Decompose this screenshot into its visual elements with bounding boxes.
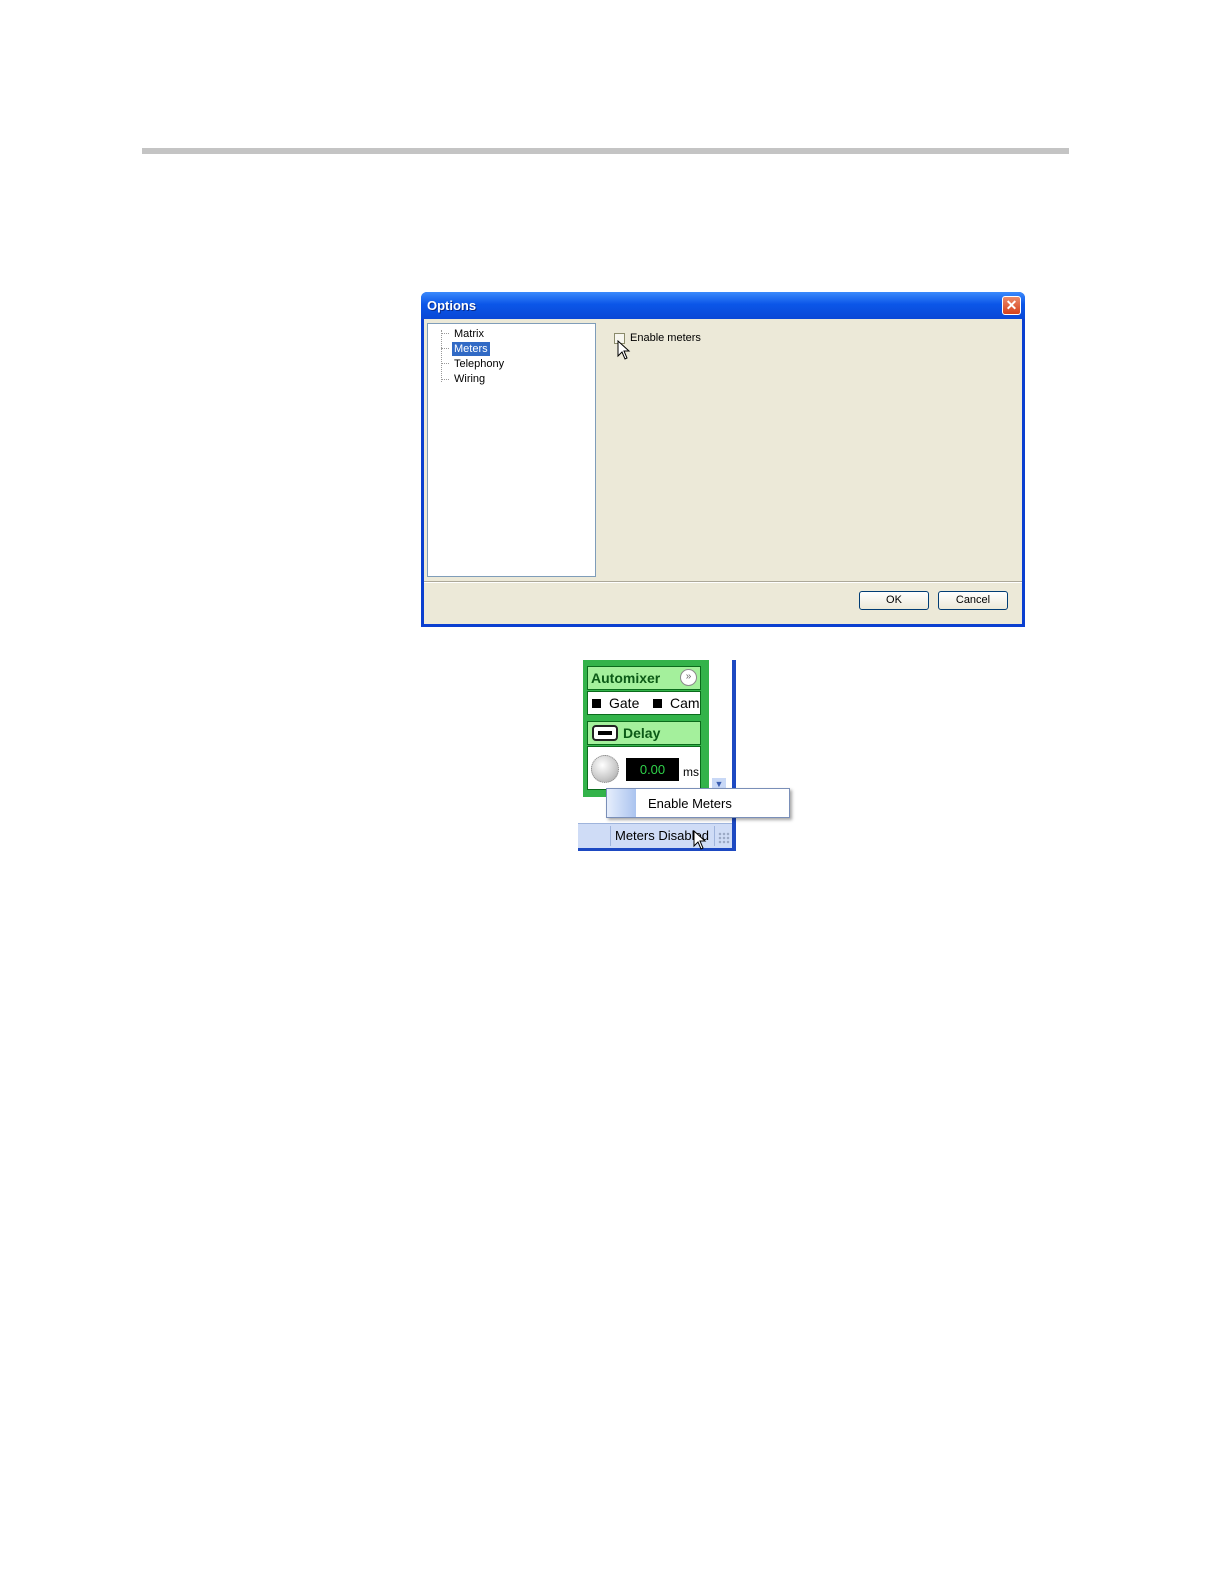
gate-indicator bbox=[592, 699, 601, 708]
enable-meters-menu-item[interactable]: Enable Meters bbox=[648, 796, 732, 811]
options-tree[interactable]: Matrix Meters Telephony Wiring bbox=[427, 323, 596, 577]
cam-label: Cam bbox=[670, 695, 700, 711]
knob-icon[interactable] bbox=[591, 755, 619, 783]
delay-title: Delay bbox=[623, 725, 661, 741]
tree-connector bbox=[441, 363, 449, 364]
enable-meters-label: Enable meters bbox=[630, 332, 701, 344]
delay-header[interactable]: Delay bbox=[587, 721, 701, 745]
close-button[interactable]: ✕ bbox=[1002, 296, 1021, 315]
status-bar: Meters Disabled bbox=[578, 823, 732, 848]
status-divider bbox=[714, 826, 715, 846]
ok-button[interactable]: OK bbox=[859, 591, 929, 610]
tree-connector bbox=[441, 379, 449, 380]
automixer-header[interactable]: Automixer » bbox=[587, 666, 701, 690]
delay-value[interactable]: 0.00 bbox=[626, 758, 679, 781]
mouse-pointer-icon bbox=[693, 830, 707, 850]
automixer-title: Automixer bbox=[591, 670, 661, 686]
tree-connector bbox=[441, 333, 449, 334]
context-menu: Enable Meters bbox=[606, 788, 790, 818]
tree-connector bbox=[441, 330, 442, 382]
tree-item-label: Matrix bbox=[454, 328, 484, 340]
menu-gutter bbox=[607, 789, 636, 817]
tree-item-label: Meters bbox=[452, 342, 490, 356]
mouse-pointer-icon bbox=[617, 340, 631, 360]
status-divider bbox=[610, 826, 611, 846]
dialog-title: Options bbox=[427, 298, 477, 313]
chevron-down-icon[interactable]: » bbox=[680, 669, 697, 686]
delay-body: 0.00 ms bbox=[587, 746, 701, 790]
resize-grip-icon[interactable] bbox=[718, 832, 730, 844]
tree-item-label: Telephony bbox=[454, 358, 505, 370]
window-edge bbox=[578, 848, 736, 851]
tree-item-label: Wiring bbox=[454, 373, 486, 385]
close-icon: ✕ bbox=[1005, 297, 1018, 313]
gate-label: Gate bbox=[609, 695, 640, 711]
cam-indicator bbox=[653, 699, 662, 708]
window-edge bbox=[732, 660, 736, 851]
dialog-client: Matrix Meters Telephony Wiring Enable me… bbox=[424, 319, 1022, 624]
page-top-rule bbox=[142, 148, 1069, 154]
footer-separator bbox=[424, 581, 1022, 583]
cancel-button[interactable]: Cancel bbox=[938, 591, 1008, 610]
meters-panel: Automixer » Gate Cam Delay 0.00 ms ▼ Met… bbox=[578, 660, 736, 851]
tree-connector bbox=[441, 348, 449, 349]
options-dialog: Options ✕ Matrix Meters Telephony Wiring bbox=[421, 292, 1025, 627]
block-column: Automixer » Gate Cam Delay 0.00 ms bbox=[583, 660, 709, 797]
dialog-titlebar[interactable]: Options ✕ bbox=[421, 292, 1025, 319]
minus-icon[interactable] bbox=[592, 725, 618, 741]
automixer-body: Gate Cam bbox=[587, 691, 701, 715]
delay-unit: ms bbox=[683, 765, 699, 779]
